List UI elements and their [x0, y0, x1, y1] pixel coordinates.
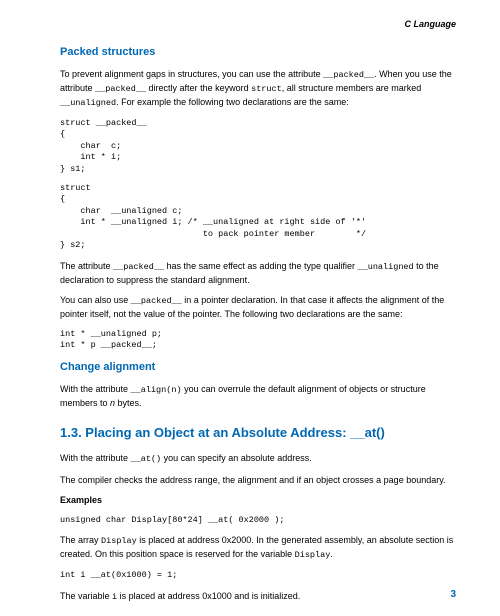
code-block: int * __unaligned p; int * p __packed__;: [60, 329, 456, 352]
paragraph: The attribute __packed__ has the same ef…: [60, 260, 456, 286]
text: has the same effect as adding the type q…: [164, 261, 357, 271]
text: With the attribute: [60, 384, 131, 394]
text: The array: [60, 535, 101, 545]
paragraph: With the attribute __at() you can specif…: [60, 452, 456, 466]
code-block: unsigned char Display[80*24] __at( 0x200…: [60, 515, 456, 526]
section-heading-packed: Packed structures: [60, 45, 456, 60]
code-block: struct { char __unaligned c; int * __una…: [60, 183, 456, 252]
text: .: [330, 549, 333, 559]
code-inline: Display: [295, 550, 331, 560]
text: . For example the following two declarat…: [116, 97, 349, 107]
text: The attribute: [60, 261, 113, 271]
code-inline: __align(n): [131, 385, 182, 395]
text: , all structure members are marked: [282, 83, 422, 93]
text: is placed at address 0x1000 and is initi…: [117, 591, 300, 601]
code-inline: struct: [251, 84, 282, 94]
code-block: int i __at(0x1000) = 1;: [60, 570, 456, 581]
page-header: C Language: [60, 18, 456, 31]
paragraph: The compiler checks the address range, t…: [60, 474, 456, 487]
text: bytes.: [115, 398, 142, 408]
page-number: 3: [450, 588, 456, 602]
code-inline: __at(): [131, 454, 162, 464]
code-block: struct __packed__ { char c; int * i; } s…: [60, 118, 456, 175]
code-inline: Display: [101, 536, 137, 546]
text: you can specify an absolute address.: [161, 453, 312, 463]
code-inline: __packed__: [131, 296, 182, 306]
code-inline: __packed__: [323, 70, 374, 80]
section-heading-at: 1.3. Placing an Object at an Absolute Ad…: [60, 424, 456, 442]
text: To prevent alignment gaps in structures,…: [60, 69, 323, 79]
paragraph: The variable i is placed at address 0x10…: [60, 590, 456, 604]
paragraph: You can also use __packed__ in a pointer…: [60, 294, 456, 320]
text: You can also use: [60, 295, 131, 305]
paragraph: The array Display is placed at address 0…: [60, 534, 456, 562]
examples-label: Examples: [60, 494, 456, 507]
paragraph: With the attribute __align(n) you can ov…: [60, 383, 456, 409]
text: The variable: [60, 591, 112, 601]
paragraph: To prevent alignment gaps in structures,…: [60, 68, 456, 110]
text: directly after the keyword: [146, 83, 251, 93]
text: With the attribute: [60, 453, 131, 463]
code-inline: __packed__: [95, 84, 146, 94]
code-inline: __unaligned: [60, 98, 116, 108]
section-heading-alignment: Change alignment: [60, 360, 456, 375]
code-inline: __unaligned: [358, 262, 414, 272]
code-inline: __packed__: [113, 262, 164, 272]
